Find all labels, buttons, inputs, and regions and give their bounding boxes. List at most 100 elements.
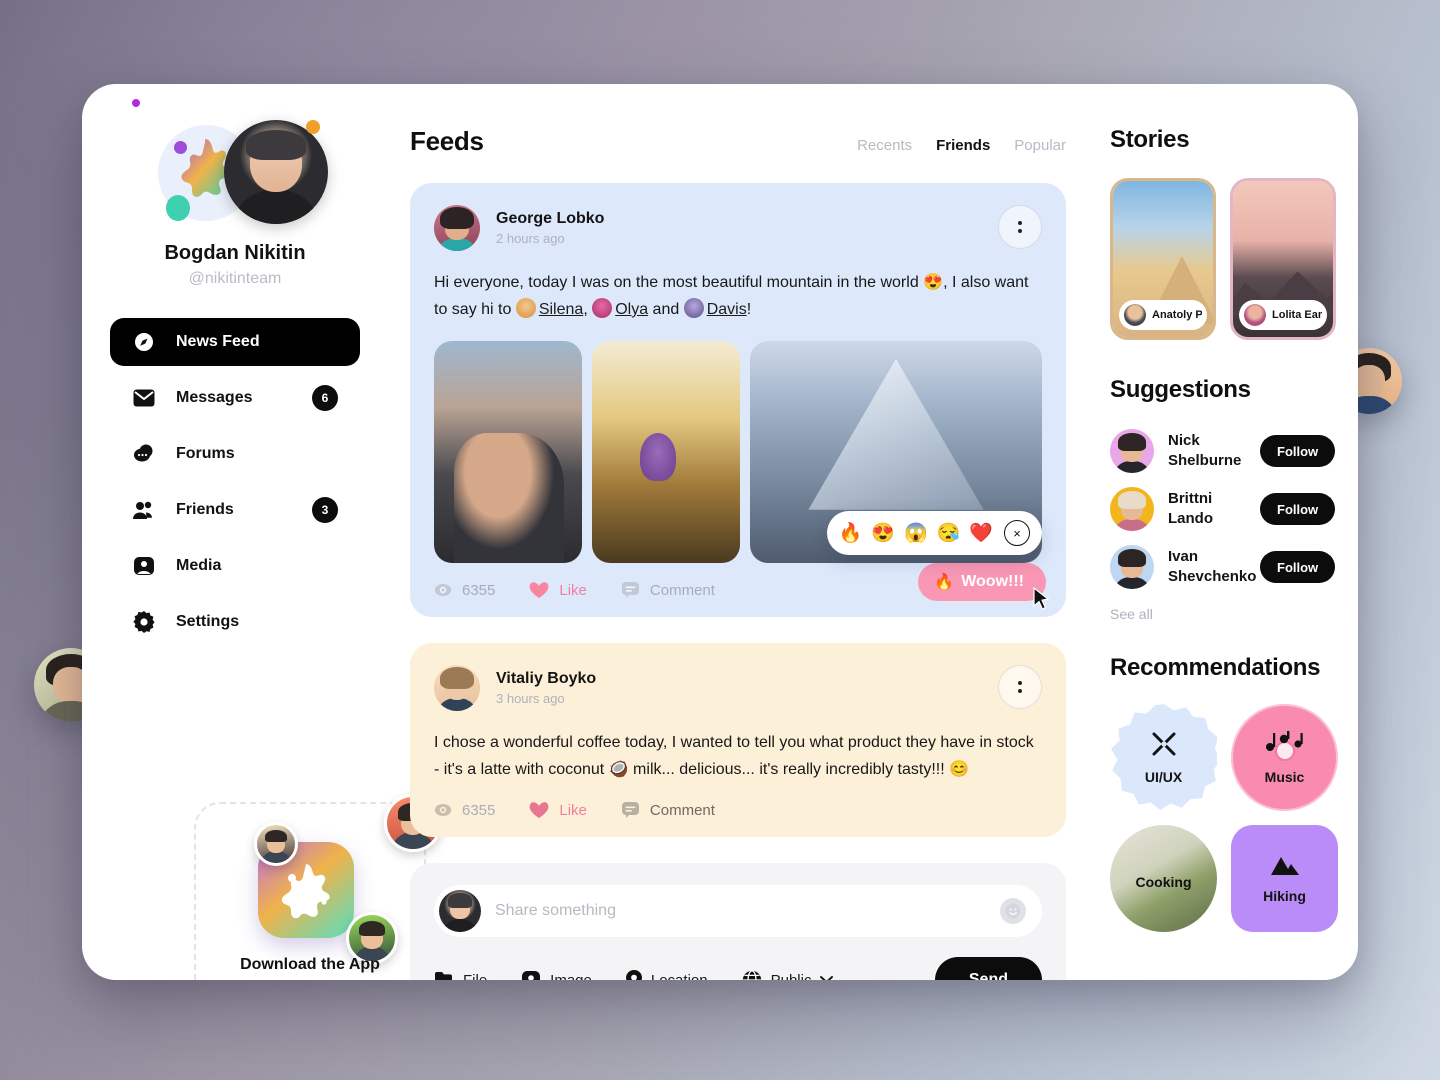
post-text-part-5: ! xyxy=(746,301,752,318)
post-timestamp: 2 hours ago xyxy=(496,231,565,246)
see-all-link[interactable]: See all xyxy=(1110,606,1336,622)
comment-label: Comment xyxy=(649,801,715,819)
chevron-down-icon xyxy=(820,976,834,980)
privacy-selector[interactable]: Public xyxy=(742,970,834,980)
attach-file-button[interactable]: File xyxy=(434,971,487,980)
location-pin-icon xyxy=(625,970,642,980)
status-dot xyxy=(306,120,320,134)
suggestion-name: Brittni Lando xyxy=(1168,489,1260,529)
sidebar-item-news-feed[interactable]: News Feed xyxy=(110,318,360,366)
reaction-sleepy[interactable]: 😪 xyxy=(937,524,961,543)
file-label: File xyxy=(463,971,488,981)
post-text-part-3: , xyxy=(583,301,593,318)
heart-eyes-emoji: 😍 xyxy=(923,274,944,291)
tab-friends[interactable]: Friends xyxy=(936,137,990,154)
mention-link-davis[interactable]: Davis xyxy=(707,301,747,318)
reaction-picker: 🔥 😍 😱 😪 ❤️ × xyxy=(826,511,1042,555)
tab-recents[interactable]: Recents xyxy=(857,137,912,154)
heart-icon xyxy=(529,582,549,598)
people-icon xyxy=(132,498,156,522)
compass-icon xyxy=(132,330,156,354)
story-card[interactable]: Anatoly Pr... xyxy=(1110,178,1216,340)
app-window: Bogdan Nikitin @nikitinteam News Feed Me… xyxy=(82,84,1358,980)
main-navigation: News Feed Messages 6 Forums Friends 3 Me… xyxy=(110,318,360,646)
chat-icon xyxy=(132,442,156,466)
file-icon xyxy=(435,972,452,980)
follow-button[interactable]: Follow xyxy=(1260,435,1336,467)
story-author: Anatoly Pr... xyxy=(1152,309,1202,321)
comment-button[interactable]: Comment xyxy=(621,801,715,819)
send-button[interactable]: Send xyxy=(934,957,1042,980)
post-text-part-1: Hi everyone, today I was on the most bea… xyxy=(434,274,924,291)
sidebar-label: Messages xyxy=(176,389,253,406)
sidebar-item-media[interactable]: Media xyxy=(110,542,360,590)
mention-link-olya[interactable]: Olya xyxy=(615,301,648,318)
recommendation-music[interactable]: Music xyxy=(1231,704,1338,811)
image-icon xyxy=(522,971,541,980)
suggestion-last-name: Shevchenko xyxy=(1168,568,1257,585)
recommendations-grid: UI/UX Music Cooking Hiking xyxy=(1110,704,1338,932)
suggestions-title: Suggestions xyxy=(1110,376,1251,403)
recommendation-hiking[interactable]: Hiking xyxy=(1231,825,1338,932)
story-footer: Lolita Earns xyxy=(1239,300,1327,330)
story-footer: Anatoly Pr... xyxy=(1119,300,1207,330)
avatar xyxy=(439,890,481,932)
mention-link-silena[interactable]: Silena xyxy=(539,301,583,318)
reaction-scream[interactable]: 😱 xyxy=(904,524,928,543)
attach-location-button[interactable]: Location xyxy=(625,970,708,980)
tab-popular[interactable]: Popular xyxy=(1014,137,1066,154)
privacy-label: Public xyxy=(770,971,812,981)
list-item: Brittni Lando Follow xyxy=(1110,480,1336,538)
recommendations-title: Recommendations xyxy=(1110,654,1321,681)
sidebar-item-forums[interactable]: Forums xyxy=(110,430,360,478)
recommendation-uiux[interactable]: UI/UX xyxy=(1110,704,1217,811)
reaction-red-heart[interactable]: ❤️ xyxy=(969,524,993,543)
sidebar-item-messages[interactable]: Messages 6 xyxy=(110,374,360,422)
attach-image-button[interactable]: Image xyxy=(521,970,592,980)
follow-button[interactable]: Follow xyxy=(1260,551,1336,583)
follow-button[interactable]: Follow xyxy=(1260,493,1336,525)
post-more-options-button[interactable] xyxy=(998,205,1042,249)
music-notes-icon xyxy=(1264,729,1306,762)
sidebar-label: News Feed xyxy=(176,333,260,350)
reaction-fire[interactable]: 🔥 xyxy=(839,524,863,543)
sidebar-label: Settings xyxy=(176,613,240,630)
gallery-image-2[interactable] xyxy=(592,341,740,563)
comment-label: Comment xyxy=(649,581,715,599)
post-header: Vitaliy Boyko 3 hours ago xyxy=(434,665,1042,711)
image-label: Image xyxy=(550,971,592,981)
sidebar-item-friends[interactable]: Friends 3 xyxy=(110,486,360,534)
gallery-image-1[interactable] xyxy=(434,341,582,563)
smiling-emoji: 😊 xyxy=(949,761,970,778)
mail-icon xyxy=(132,386,156,410)
post-text: Hi everyone, today I was on the most bea… xyxy=(434,269,1042,323)
desktop-background: Bogdan Nikitin @nikitinteam News Feed Me… xyxy=(0,0,1440,1080)
friends-badge: 3 xyxy=(312,497,338,523)
woow-reaction-button[interactable]: 🔥 Woow!!! xyxy=(918,563,1046,601)
share-input[interactable] xyxy=(495,902,1000,920)
list-item: Ivan Shevchenko Follow xyxy=(1110,538,1336,596)
page-title: Feeds xyxy=(410,126,484,156)
reaction-heart-eyes[interactable]: 😍 xyxy=(871,524,895,543)
eye-icon xyxy=(434,584,452,596)
smiley-icon[interactable] xyxy=(1000,898,1026,924)
story-card[interactable]: Lolita Earns xyxy=(1230,178,1336,340)
like-button[interactable]: Like xyxy=(529,581,587,599)
post-header: George Lobko 2 hours ago xyxy=(434,205,1042,251)
messages-badge: 6 xyxy=(312,385,338,411)
mention-avatar-davis xyxy=(683,298,704,318)
sidebar-item-settings[interactable]: Settings xyxy=(110,598,360,646)
view-count: 6355 xyxy=(434,801,495,819)
recommendation-label: UI/UX xyxy=(1144,768,1183,785)
woow-label: Woow!!! xyxy=(961,573,1024,590)
close-icon[interactable]: × xyxy=(1004,520,1030,546)
like-button[interactable]: Like xyxy=(529,801,587,819)
recommendation-cooking[interactable]: Cooking xyxy=(1110,825,1217,932)
mention-avatar-silena xyxy=(515,298,536,318)
comment-button[interactable]: Comment xyxy=(621,581,715,599)
like-label: Like xyxy=(559,801,587,819)
list-item: Nick Shelburne Follow xyxy=(1110,422,1336,480)
suggestion-last-name: Lando xyxy=(1168,510,1213,527)
avatar xyxy=(1110,429,1154,473)
post-more-options-button[interactable] xyxy=(998,665,1042,709)
